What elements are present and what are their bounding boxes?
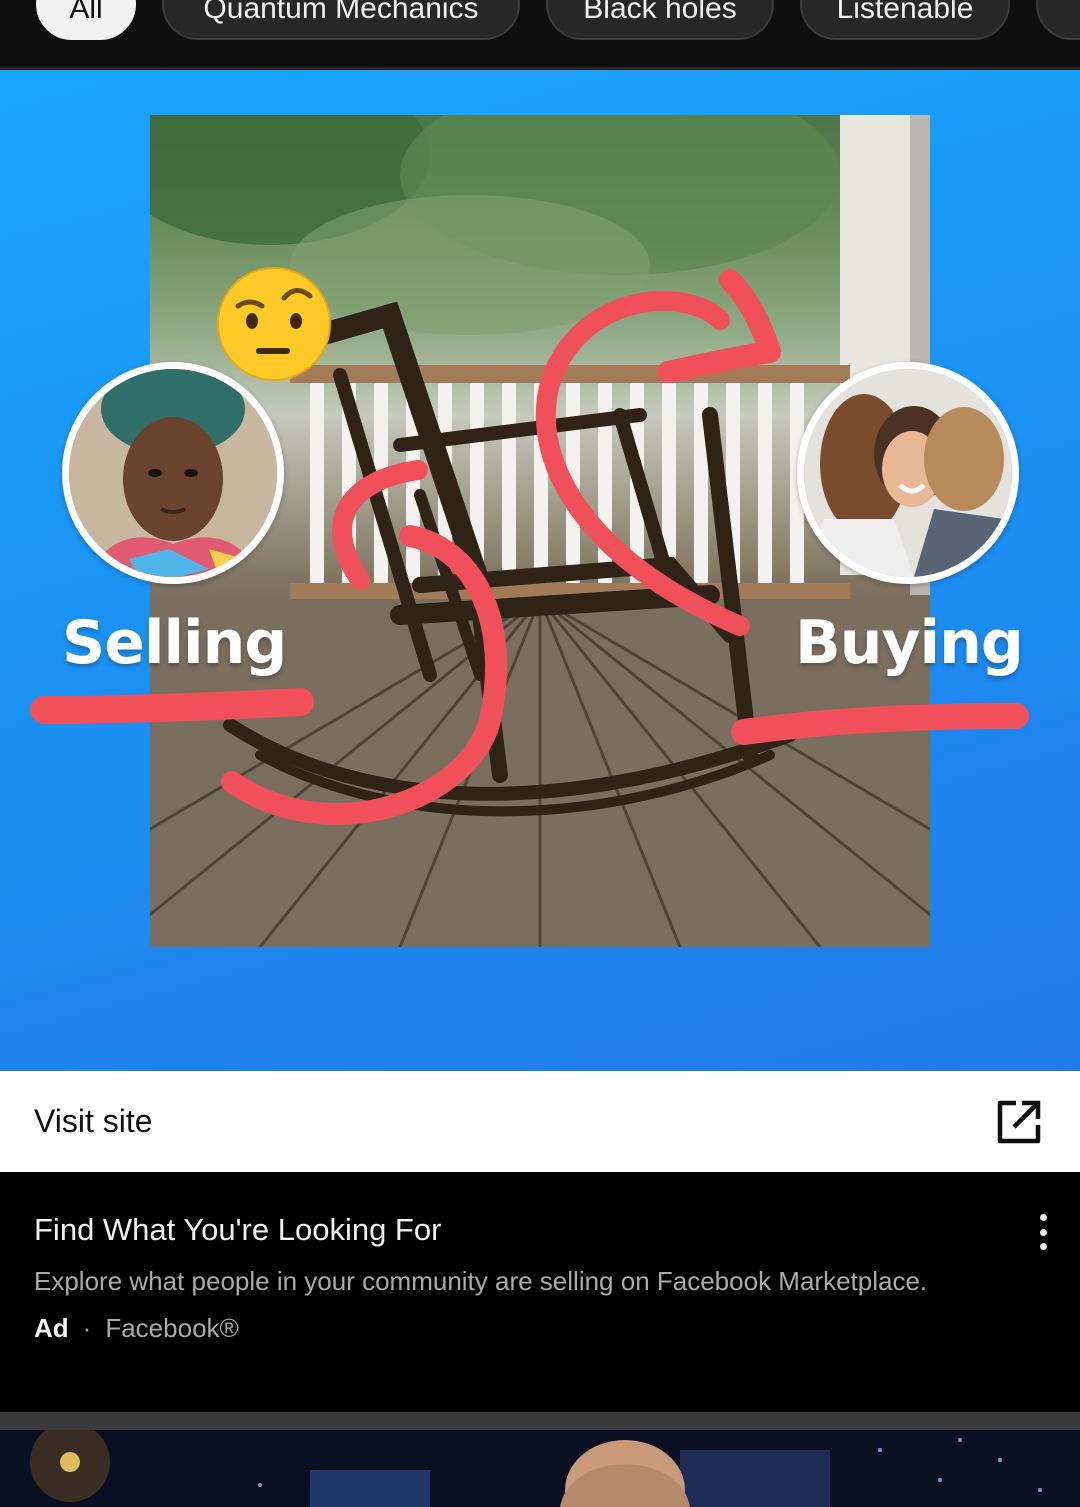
visit-site-label: Visit site [34, 1103, 153, 1139]
next-video-thumbnail[interactable] [0, 1430, 1080, 1507]
ad-description: Explore what people in your community ar… [34, 1266, 928, 1296]
visit-site-button[interactable]: Visit site [0, 1071, 1080, 1172]
chip-listenable[interactable]: Listenable [800, 0, 1010, 40]
raised-eyebrow-emoji-icon [217, 267, 331, 381]
chip-label: Black holes [583, 0, 737, 25]
buyer-avatar [797, 362, 1019, 584]
chip-label: All [69, 0, 103, 25]
ad-title[interactable]: Find What You're Looking For [34, 1212, 441, 1248]
more-vert-icon[interactable] [1026, 1212, 1060, 1252]
ad-info-panel[interactable]: Find What You're Looking For Explore wha… [0, 1172, 1080, 1412]
chip-partial[interactable] [1036, 0, 1080, 40]
advertiser-name[interactable]: Facebook® [105, 1313, 238, 1344]
buying-label: Buying [795, 608, 1024, 678]
ad-meta-row: Ad · Facebook® [34, 1313, 239, 1344]
feed-divider [0, 1412, 1080, 1430]
seller-avatar [62, 362, 284, 584]
chip-label: Quantum Mechanics [203, 0, 479, 25]
selling-label: Selling [62, 608, 287, 678]
chip-all[interactable]: All [36, 0, 136, 40]
ad-badge: Ad [34, 1313, 69, 1343]
chip-black-holes[interactable]: Black holes [546, 0, 774, 40]
chip-label: Listenable [836, 0, 974, 25]
chip-quantum-mechanics[interactable]: Quantum Mechanics [162, 0, 520, 40]
ad-creative-image[interactable]: Selling Buying [0, 70, 1080, 1071]
filter-chip-bar: All Quantum Mechanics Black holes Listen… [0, 0, 1080, 70]
open-in-new-icon[interactable] [996, 1099, 1042, 1145]
meta-separator: · [82, 1313, 92, 1343]
